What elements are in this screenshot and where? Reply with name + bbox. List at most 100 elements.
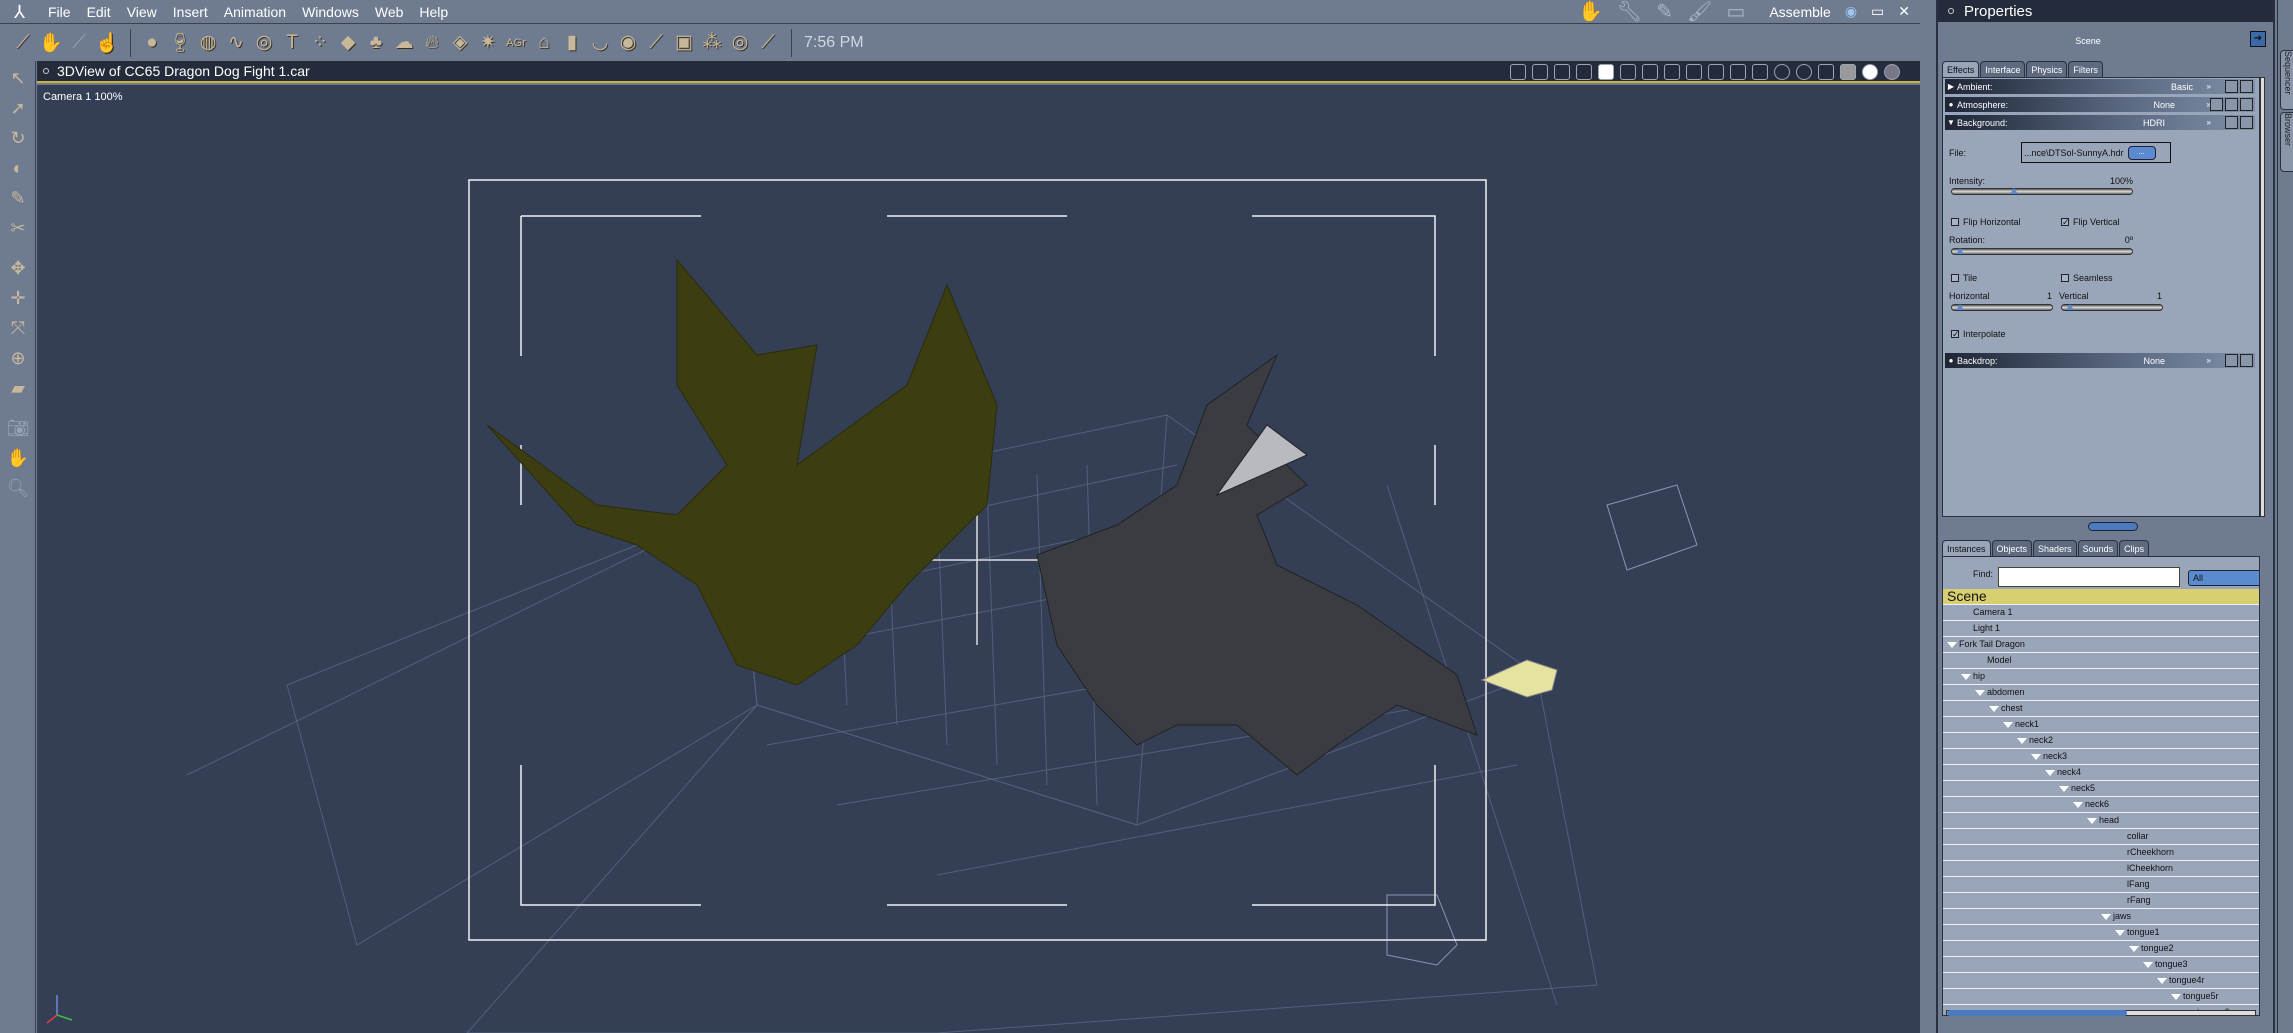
three-view-icon[interactable] xyxy=(1642,64,1658,80)
tree-item[interactable]: chest xyxy=(1943,701,2259,717)
pencil-icon[interactable]: ✎ xyxy=(1656,0,1673,24)
expand-triangle-icon[interactable] xyxy=(2045,770,2055,776)
target-icon[interactable]: ◎ xyxy=(727,30,753,56)
tile-checkbox[interactable] xyxy=(1951,274,1959,282)
textured-icon[interactable] xyxy=(1884,64,1900,80)
hidden-line-icon[interactable] xyxy=(1818,64,1834,80)
menu-insert[interactable]: Insert xyxy=(173,4,208,20)
eye-icon[interactable]: ◉ xyxy=(1845,3,1857,20)
globe-icon[interactable]: ◍ xyxy=(195,30,221,56)
menu-windows[interactable]: Windows xyxy=(302,4,359,20)
safe-frame-icon[interactable] xyxy=(1576,64,1592,80)
tab-sounds[interactable]: Sounds xyxy=(2077,540,2119,556)
edit-icon[interactable] xyxy=(2210,98,2223,111)
house-icon[interactable]: ⌂ xyxy=(531,30,557,56)
hierarchy-icon[interactable]: ⁂ xyxy=(699,30,725,56)
tree-item[interactable]: rCheekhorn xyxy=(1943,845,2259,861)
room-label[interactable]: Assemble xyxy=(1769,4,1830,20)
corner-view-icon[interactable] xyxy=(1686,64,1702,80)
tree-item[interactable]: lFang xyxy=(1943,877,2259,893)
tree-item[interactable]: jaws xyxy=(1943,909,2259,925)
go-arrow-button[interactable]: ➔ xyxy=(2250,31,2266,47)
slider-thumb[interactable] xyxy=(1956,304,1964,310)
bone-icon[interactable]: ⟋ xyxy=(755,30,781,56)
tab-objects[interactable]: Objects xyxy=(1991,540,2033,556)
save-icon[interactable] xyxy=(2225,354,2238,367)
expand-triangle-icon[interactable] xyxy=(2115,930,2125,936)
file-field[interactable]: ...nce\DTSol-SunnyA.hdr ... xyxy=(2021,142,2171,163)
tree-item[interactable]: tongue1 xyxy=(1943,925,2259,941)
tree-item[interactable]: neck2 xyxy=(1943,733,2259,749)
menu-edit[interactable]: Edit xyxy=(87,4,111,20)
load-icon[interactable] xyxy=(2240,354,2253,367)
bounding-box-icon[interactable] xyxy=(1774,64,1790,80)
tree-item[interactable]: rFang xyxy=(1943,893,2259,909)
tree-item[interactable]: tongue3 xyxy=(1943,957,2259,973)
bowl-icon[interactable]: ◡ xyxy=(587,30,613,56)
expand-triangle-icon[interactable] xyxy=(1961,674,1971,680)
hierarchy-icon[interactable] xyxy=(1532,64,1548,80)
load-icon[interactable] xyxy=(2240,116,2253,129)
pencil-icon[interactable]: ✎ xyxy=(5,185,31,211)
grab-icon[interactable]: ✋ xyxy=(38,30,64,56)
grass-icon[interactable]: ✷ xyxy=(475,30,501,56)
slider-thumb[interactable] xyxy=(1956,248,1964,254)
translate-icon[interactable]: ✥ xyxy=(5,255,31,281)
chevron-down-icon[interactable]: » xyxy=(2207,82,2211,91)
film-icon[interactable]: ▭ xyxy=(1726,0,1745,24)
box-front-icon[interactable] xyxy=(1708,64,1724,80)
rotate-icon[interactable]: ↻ xyxy=(5,125,31,151)
tree-item[interactable]: neck3 xyxy=(1943,749,2259,765)
tab-shaders[interactable]: Shaders xyxy=(2033,540,2077,556)
intensity-slider[interactable] xyxy=(1951,188,2133,195)
expand-triangle-icon[interactable] xyxy=(2059,786,2069,792)
background-row[interactable]: ▼ Background: HDRI » xyxy=(1945,115,2255,130)
sphere-icon[interactable]: ● xyxy=(139,30,165,56)
chevron-down-icon[interactable]: » xyxy=(2207,356,2211,365)
background-value[interactable]: HDRI xyxy=(2143,118,2165,128)
scale-icon[interactable]: ✂ xyxy=(5,215,31,241)
goblet-icon[interactable]: 🍷︎ xyxy=(167,30,193,56)
tree-root-scene[interactable]: Scene xyxy=(1943,589,2259,605)
figures-icon[interactable] xyxy=(1554,64,1570,80)
find-input[interactable] xyxy=(1998,567,2180,587)
tree-item[interactable]: tongue5r xyxy=(1943,989,2259,1005)
expand-triangle-icon[interactable] xyxy=(2017,738,2027,744)
tree-item[interactable]: Camera 1 xyxy=(1943,605,2259,621)
atmosphere-value[interactable]: None xyxy=(2153,100,2175,110)
two-view-icon[interactable] xyxy=(1620,64,1636,80)
bone-edit-icon[interactable]: ⟋ xyxy=(10,30,36,56)
brush-icon[interactable]: 🖌︎ xyxy=(1687,0,1712,24)
properties-scrollbar[interactable] xyxy=(2260,77,2265,517)
load-icon[interactable] xyxy=(2240,80,2253,93)
expand-triangle-icon[interactable] xyxy=(2073,802,2083,808)
save-icon[interactable] xyxy=(2225,80,2238,93)
tab-clips[interactable]: Clips xyxy=(2119,540,2150,556)
box-side-icon[interactable] xyxy=(1730,64,1746,80)
tree-item[interactable]: tongue2 xyxy=(1943,941,2259,957)
backdrop-value[interactable]: None xyxy=(2143,356,2165,366)
tree-item[interactable]: neck1 xyxy=(1943,717,2259,733)
expand-triangle-icon[interactable] xyxy=(1947,642,1957,648)
tree-item[interactable]: neck4 xyxy=(1943,765,2259,781)
viewport-menu-icon[interactable] xyxy=(43,68,49,74)
joint-icon[interactable]: ∿ xyxy=(223,30,249,56)
collapse-arrow-icon[interactable]: ▼ xyxy=(1945,118,1957,127)
expand-triangle-icon[interactable] xyxy=(1989,706,1999,712)
rotation-slider[interactable] xyxy=(1951,248,2133,255)
rocks-icon[interactable]: ◈ xyxy=(447,30,473,56)
texture-icon[interactable]: ▰ xyxy=(5,375,31,401)
panel-splitter-handle[interactable] xyxy=(2088,522,2138,531)
fire-icon[interactable]: 🔥︎ xyxy=(419,30,445,56)
expand-triangle-icon[interactable] xyxy=(2101,914,2111,920)
tree-item[interactable]: abdomen xyxy=(1943,685,2259,701)
pan-hand-icon[interactable]: ✋ xyxy=(5,445,31,471)
tree-item[interactable]: Light 1 xyxy=(1943,621,2259,637)
side-tab-sequencer[interactable]: Sequencer xyxy=(2280,50,2293,110)
expand-triangle-icon[interactable] xyxy=(2031,754,2041,760)
scrollbar-thumb[interactable] xyxy=(1947,1010,2127,1016)
expand-triangle-icon[interactable] xyxy=(2129,946,2139,952)
save-icon[interactable] xyxy=(2225,116,2238,129)
wrench-icon[interactable]: 🔧︎ xyxy=(1617,0,1642,24)
rotate-xyz-icon[interactable]: ⤧ xyxy=(5,315,31,341)
